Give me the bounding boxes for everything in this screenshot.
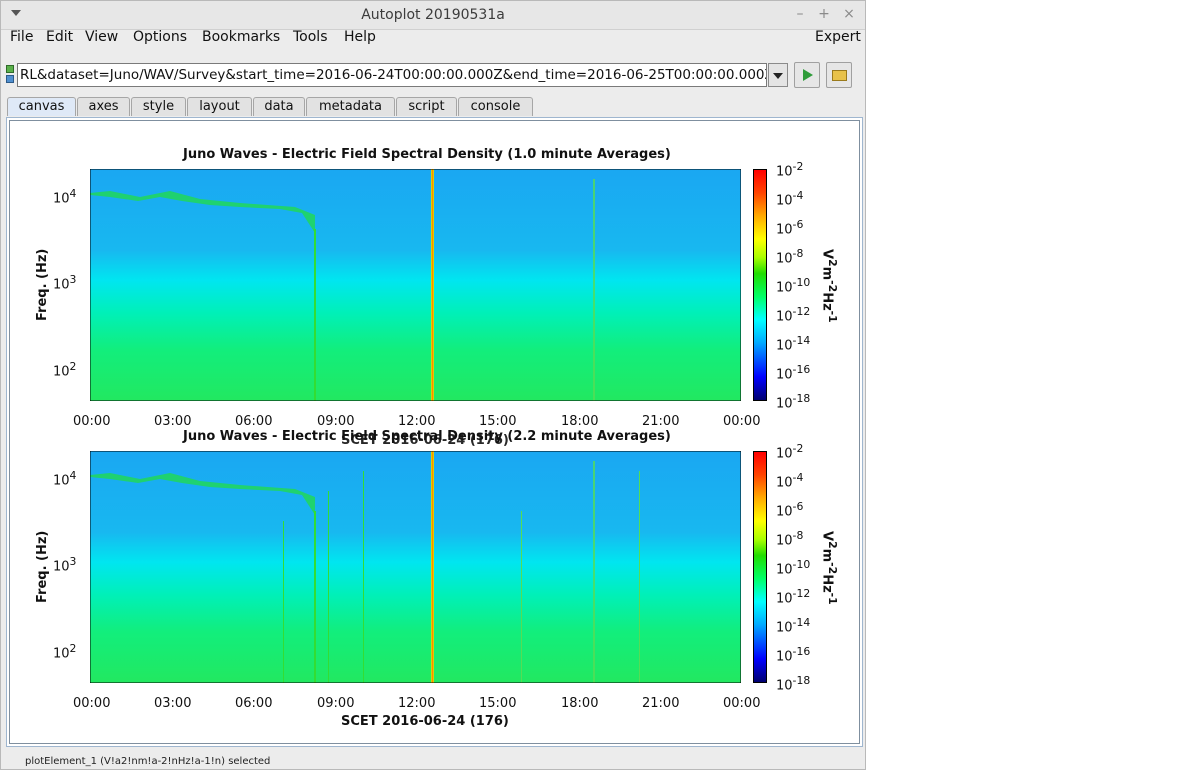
expert-mode-menu[interactable]: Expert xyxy=(815,29,861,45)
spectral-spike xyxy=(363,471,364,683)
spectral-spike xyxy=(593,179,595,401)
colorbar-tick: 10-14 xyxy=(776,334,811,354)
tab-script[interactable]: script xyxy=(396,97,457,116)
plot-title: Juno Waves - Electric Field Spectral Den… xyxy=(183,429,671,444)
colorbar-tick: 10-8 xyxy=(776,529,804,549)
colorbar-tick: 10-16 xyxy=(776,645,811,665)
spectrogram-plot[interactable] xyxy=(90,169,741,401)
x-tick-label: 03:00 xyxy=(154,696,192,711)
colorbar xyxy=(753,451,767,683)
colorbar-tick: 10-4 xyxy=(776,189,804,209)
menu-bookmarks[interactable]: Bookmarks xyxy=(202,29,280,45)
colorbar-tick: 10-8 xyxy=(776,247,804,267)
colorbar-tick: 10-6 xyxy=(776,218,804,238)
y-tick-label: 103 xyxy=(53,555,77,575)
y-tick-label: 104 xyxy=(53,187,77,207)
spectral-spike xyxy=(314,511,316,683)
title-bar: Autoplot 20190531a – + × xyxy=(1,1,865,30)
menu-edit[interactable]: Edit xyxy=(46,29,73,45)
colorbar-tick: 10-10 xyxy=(776,558,811,578)
x-tick-label: 21:00 xyxy=(642,414,680,429)
x-tick-label: 12:00 xyxy=(398,414,436,429)
x-tick-label: 03:00 xyxy=(154,414,192,429)
colorbar-tick: 10-12 xyxy=(776,587,811,607)
colorbar-tick: 10-2 xyxy=(776,160,804,180)
x-tick-label: 09:00 xyxy=(317,414,355,429)
x-tick-label: 09:00 xyxy=(317,696,355,711)
colorbar-tick: 10-18 xyxy=(776,392,811,412)
x-tick-label: 18:00 xyxy=(561,696,599,711)
spectral-spike xyxy=(432,451,433,683)
autoplot-window: Autoplot 20190531a – + × File Edit View … xyxy=(0,0,866,770)
tab-console[interactable]: console xyxy=(458,97,533,116)
menu-file[interactable]: File xyxy=(10,29,33,45)
menu-tools[interactable]: Tools xyxy=(293,29,328,45)
x-tick-label: 21:00 xyxy=(642,696,680,711)
tab-axes[interactable]: axes xyxy=(77,97,130,116)
minimize-icon[interactable]: – xyxy=(791,5,809,23)
tab-canvas[interactable]: canvas xyxy=(7,97,76,116)
x-tick-label: 00:00 xyxy=(723,414,761,429)
spectral-spike xyxy=(283,521,284,683)
plot-title: Juno Waves - Electric Field Spectral Den… xyxy=(183,147,671,162)
uri-input[interactable]: RL&dataset=Juno/WAV/Survey&start_time=20… xyxy=(17,63,767,87)
tab-data[interactable]: data xyxy=(253,97,305,116)
tab-metadata[interactable]: metadata xyxy=(306,97,395,116)
maximize-icon[interactable]: + xyxy=(815,5,833,23)
colorbar-tick: 10-12 xyxy=(776,305,811,325)
x-axis-label: SCET 2016-06-24 (176) xyxy=(341,714,509,729)
colorbar-label: V2m-2Hz-1 xyxy=(819,531,839,605)
colorbar-label: V2m-2Hz-1 xyxy=(819,249,839,323)
x-tick-label: 06:00 xyxy=(235,696,273,711)
colorbar-tick: 10-6 xyxy=(776,500,804,520)
spectral-spike xyxy=(432,169,433,401)
x-tick-label: 00:00 xyxy=(73,696,111,711)
x-tick-label: 15:00 xyxy=(479,414,517,429)
y-tick-label: 103 xyxy=(53,273,77,293)
tab-layout[interactable]: layout xyxy=(187,97,252,116)
spectral-spike xyxy=(593,461,595,683)
spectral-spike xyxy=(328,491,329,683)
menu-bar: File Edit View Options Bookmarks Tools H… xyxy=(1,29,865,51)
colorbar-tick: 10-14 xyxy=(776,616,811,636)
y-tick-label: 104 xyxy=(53,469,77,489)
status-indicator-icon xyxy=(6,75,14,83)
colorbar-tick: 10-18 xyxy=(776,674,811,694)
y-axis-label: Freq. (Hz) xyxy=(35,530,50,603)
uri-toolbar: RL&dataset=Juno/WAV/Survey&start_time=20… xyxy=(1,59,865,93)
colorbar-tick: 10-2 xyxy=(776,442,804,462)
close-icon[interactable]: × xyxy=(840,5,858,23)
x-tick-label: 18:00 xyxy=(561,414,599,429)
y-tick-label: 102 xyxy=(53,642,77,662)
x-tick-label: 12:00 xyxy=(398,696,436,711)
go-play-icon[interactable] xyxy=(794,62,820,88)
x-tick-label: 00:00 xyxy=(723,696,761,711)
spectrogram-plot[interactable] xyxy=(90,451,741,683)
x-tick-label: 06:00 xyxy=(235,414,273,429)
colorbar xyxy=(753,169,767,401)
status-indicator-icon xyxy=(6,65,14,73)
colorbar-tick: 10-10 xyxy=(776,276,811,296)
colorbar-tick: 10-4 xyxy=(776,471,804,491)
x-tick-label: 00:00 xyxy=(73,414,111,429)
tab-style[interactable]: style xyxy=(131,97,186,116)
menu-help[interactable]: Help xyxy=(344,29,376,45)
open-folder-button[interactable] xyxy=(826,62,852,88)
colorbar-tick: 10-16 xyxy=(776,363,811,383)
y-tick-label: 102 xyxy=(53,360,77,380)
x-tick-label: 15:00 xyxy=(479,696,517,711)
spectral-spike xyxy=(314,229,316,401)
spectral-spike xyxy=(639,471,640,683)
spectral-spike xyxy=(521,511,522,683)
spectrogram-field xyxy=(90,451,741,683)
y-axis-label: Freq. (Hz) xyxy=(35,248,50,321)
status-bar: plotElement_1 (V!a2!nm!a-2!nHz!a-1!n) se… xyxy=(25,756,271,767)
menu-view[interactable]: View xyxy=(85,29,118,45)
window-title: Autoplot 20190531a xyxy=(361,7,505,23)
uri-history-dropdown[interactable] xyxy=(768,63,788,87)
folder-icon xyxy=(832,70,847,81)
spectrogram-field xyxy=(90,169,741,401)
menu-options[interactable]: Options xyxy=(133,29,187,45)
